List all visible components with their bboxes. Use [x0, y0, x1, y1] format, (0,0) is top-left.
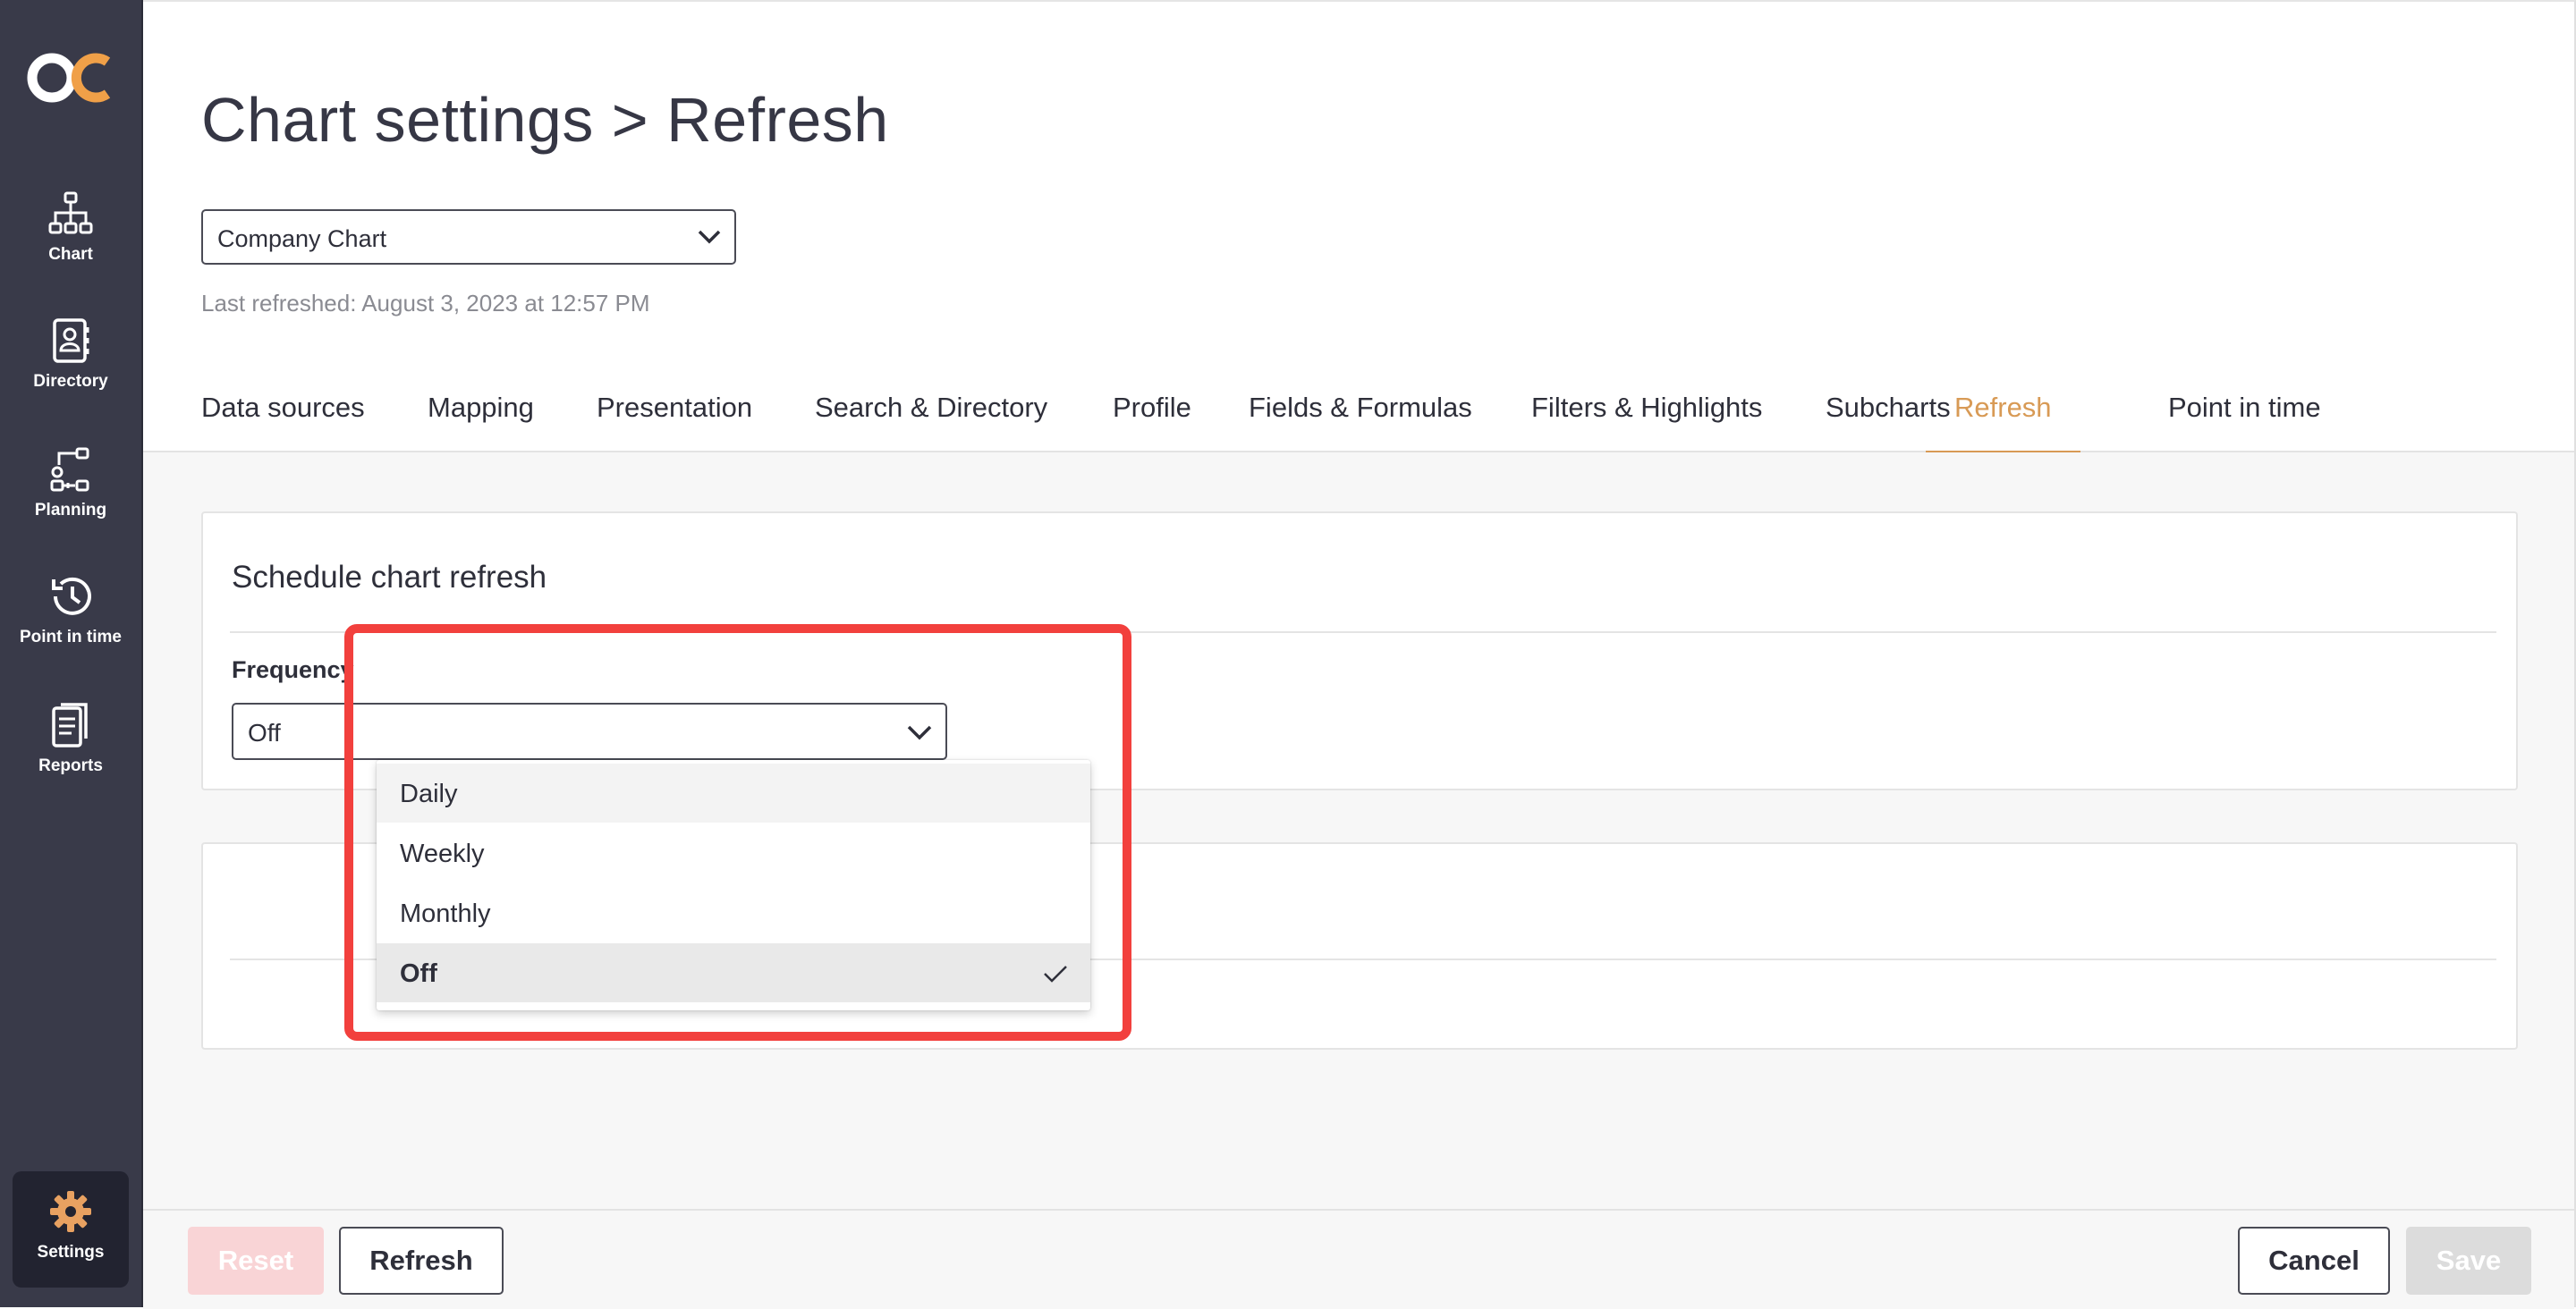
- footer-bar: Reset Refresh Cancel Save: [143, 1209, 2574, 1309]
- tab-refresh[interactable]: Refresh: [1926, 392, 2080, 454]
- frequency-label: Frequency: [232, 656, 354, 683]
- sidebar-item-label: Chart: [48, 245, 93, 264]
- tab-fields-formulas[interactable]: Fields & Formulas: [1249, 392, 1472, 451]
- sidebar-item-point-in-time[interactable]: Point in time: [0, 572, 141, 680]
- cancel-button[interactable]: Cancel: [2238, 1227, 2390, 1295]
- tab-profile[interactable]: Profile: [1113, 392, 1191, 451]
- frequency-select-value: Off: [248, 719, 281, 747]
- tab-search-directory[interactable]: Search & Directory: [815, 392, 1047, 451]
- option-label: Daily: [400, 780, 458, 808]
- orgchart-logo[interactable]: [25, 46, 116, 109]
- frequency-dropdown-menu: Daily Weekly Monthly Off: [377, 760, 1090, 1010]
- chart-select[interactable]: Company Chart: [201, 209, 736, 265]
- reset-button[interactable]: Reset: [188, 1227, 324, 1295]
- contact-book-icon: [53, 318, 89, 363]
- tab-filters-highlights[interactable]: Filters & Highlights: [1531, 392, 1762, 451]
- option-off[interactable]: Off: [377, 943, 1090, 1002]
- option-daily[interactable]: Daily: [377, 764, 1090, 823]
- save-button[interactable]: Save: [2406, 1227, 2531, 1295]
- frequency-select[interactable]: Off: [232, 703, 947, 760]
- main-panel: Chart settings > Refresh Company Chart L…: [143, 0, 2576, 1309]
- sidebar-item-planning[interactable]: Planning: [0, 445, 141, 553]
- option-label: Weekly: [400, 840, 485, 868]
- tab-point-in-time[interactable]: Point in time: [2168, 392, 2321, 451]
- divider: [230, 631, 2496, 633]
- tab-data-sources[interactable]: Data sources: [201, 392, 365, 451]
- page-title: Chart settings > Refresh: [201, 85, 889, 155]
- sidebar-item-directory[interactable]: Directory: [0, 317, 141, 424]
- history-icon: [52, 577, 91, 615]
- card-title: Schedule chart refresh: [232, 560, 547, 595]
- refresh-button[interactable]: Refresh: [339, 1227, 504, 1295]
- sidebar-item-label: Point in time: [20, 628, 122, 646]
- option-label: Monthly: [400, 899, 491, 928]
- sidebar-item-label: Directory: [33, 372, 108, 391]
- sidebar: Chart Directory Planning Point in time R…: [0, 0, 143, 1307]
- option-monthly[interactable]: Monthly: [377, 883, 1090, 942]
- chevron-down-icon: [907, 725, 932, 740]
- sidebar-item-label: Settings: [37, 1243, 105, 1262]
- schedule-refresh-card: Schedule chart refresh Frequency Off: [201, 511, 2518, 790]
- tab-mapping[interactable]: Mapping: [428, 392, 534, 451]
- chart-select-value: Company Chart: [217, 225, 387, 252]
- option-weekly[interactable]: Weekly: [377, 823, 1090, 883]
- gear-icon: [50, 1191, 91, 1232]
- sidebar-item-label: Reports: [38, 756, 103, 775]
- planning-flow-icon: [50, 447, 89, 492]
- sidebar-item-reports[interactable]: Reports: [0, 701, 141, 808]
- sidebar-item-label: Planning: [34, 501, 107, 519]
- last-refreshed-text: Last refreshed: August 3, 2023 at 12:57 …: [201, 290, 650, 317]
- sidebar-item-settings[interactable]: Settings: [13, 1171, 129, 1288]
- settings-tabs: Data sources Mapping Presentation Search…: [143, 377, 2574, 454]
- report-icon: [52, 703, 88, 747]
- chevron-down-icon: [698, 230, 721, 244]
- checkmark-icon: [1044, 966, 1067, 983]
- sidebar-item-chart[interactable]: Chart: [0, 190, 141, 297]
- org-chart-icon: [48, 191, 93, 234]
- tab-presentation[interactable]: Presentation: [597, 392, 752, 451]
- option-label: Off: [400, 959, 437, 988]
